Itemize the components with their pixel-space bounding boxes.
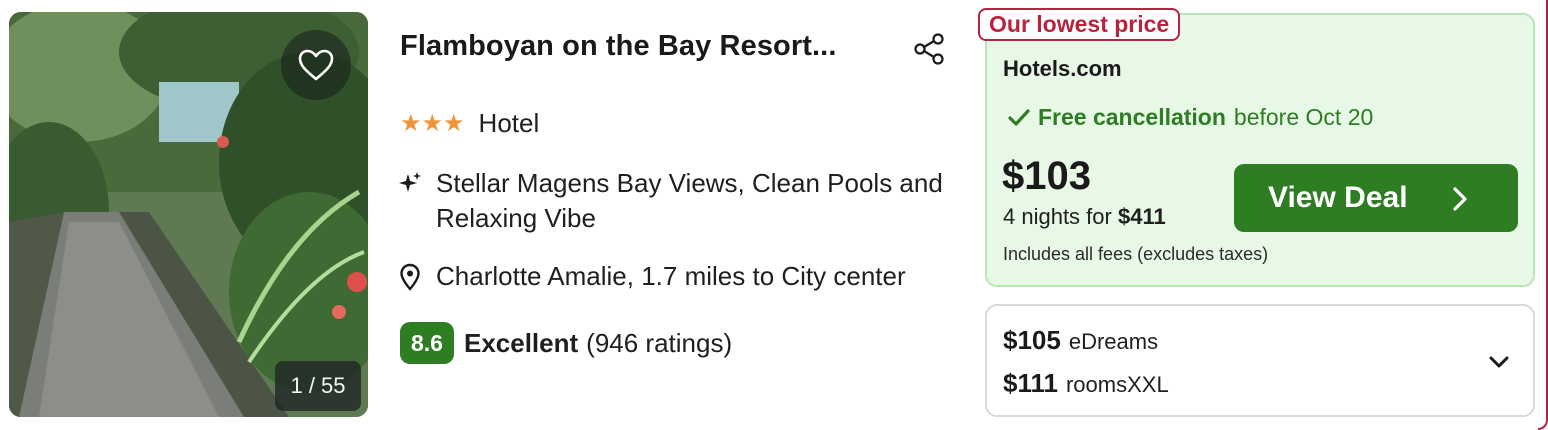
property-type: Hotel bbox=[478, 108, 540, 138]
review-summary[interactable]: 8.6 Excellent (946 ratings) bbox=[400, 322, 732, 364]
hotel-location: Charlotte Amalie, 1.7 miles to City cent… bbox=[396, 259, 906, 294]
offer-provider: eDreams bbox=[1068, 329, 1159, 354]
photo-counter: 1 / 55 bbox=[275, 361, 361, 411]
location-text: Charlotte Amalie, 1.7 miles to City cent… bbox=[436, 261, 906, 291]
offer-item[interactable]: $111 roomsXXL bbox=[1003, 368, 1169, 399]
hotel-name[interactable]: Flamboyan on the Bay Resort... bbox=[400, 30, 836, 63]
map-pin-icon bbox=[396, 259, 424, 294]
sparkle-icon bbox=[396, 166, 424, 201]
check-icon bbox=[1008, 108, 1030, 128]
cancellation-deadline: before Oct 20 bbox=[1233, 104, 1374, 130]
offer-price: $111 bbox=[1003, 368, 1058, 398]
highlight-text: Stellar Magens Bay Views, Clean Pools an… bbox=[436, 168, 943, 233]
view-deal-label: View Deal bbox=[1268, 181, 1408, 214]
view-deal-button[interactable]: View Deal bbox=[1234, 164, 1518, 232]
cancellation-label: Free cancellation bbox=[1038, 104, 1226, 130]
nights-text: 4 nights for bbox=[1003, 204, 1112, 229]
hotel-class-row: ★★★ Hotel bbox=[400, 108, 539, 139]
chevron-right-icon bbox=[1453, 187, 1467, 211]
favorite-button[interactable] bbox=[281, 30, 351, 100]
fees-note: Includes all fees (excludes taxes) bbox=[1003, 244, 1269, 264]
review-score-badge: 8.6 bbox=[400, 322, 454, 364]
heart-icon bbox=[298, 49, 334, 81]
share-icon bbox=[914, 33, 944, 65]
hotel-result-card: 1 / 55 Flamboyan on the Bay Resort... ★★… bbox=[0, 0, 1548, 430]
total-price: $411 bbox=[1117, 204, 1166, 229]
expand-offers-button[interactable] bbox=[1487, 350, 1511, 374]
hotel-photo[interactable]: 1 / 55 bbox=[9, 12, 368, 417]
review-score-label: Excellent bbox=[463, 327, 579, 358]
deal-provider: Hotels.com bbox=[1003, 56, 1122, 81]
chevron-down-icon bbox=[1489, 356, 1509, 368]
nightly-price: $103 bbox=[1002, 154, 1091, 198]
offer-item[interactable]: $105 eDreams bbox=[1003, 325, 1158, 356]
lowest-price-tag: Our lowest price bbox=[978, 8, 1181, 41]
stay-total: 4 nights for $411 bbox=[1003, 204, 1166, 230]
other-offers-box[interactable] bbox=[985, 304, 1535, 417]
free-cancellation: Free cancellation before Oct 20 bbox=[1008, 104, 1373, 131]
share-button[interactable] bbox=[912, 31, 948, 67]
card-border-accent bbox=[1538, 0, 1548, 430]
hotel-highlight: Stellar Magens Bay Views, Clean Pools an… bbox=[396, 166, 956, 236]
offer-provider: roomsXXL bbox=[1065, 372, 1169, 397]
star-rating: ★★★ bbox=[400, 110, 465, 137]
ratings-count: (946 ratings) bbox=[586, 327, 733, 358]
offer-price: $105 bbox=[1003, 325, 1061, 355]
